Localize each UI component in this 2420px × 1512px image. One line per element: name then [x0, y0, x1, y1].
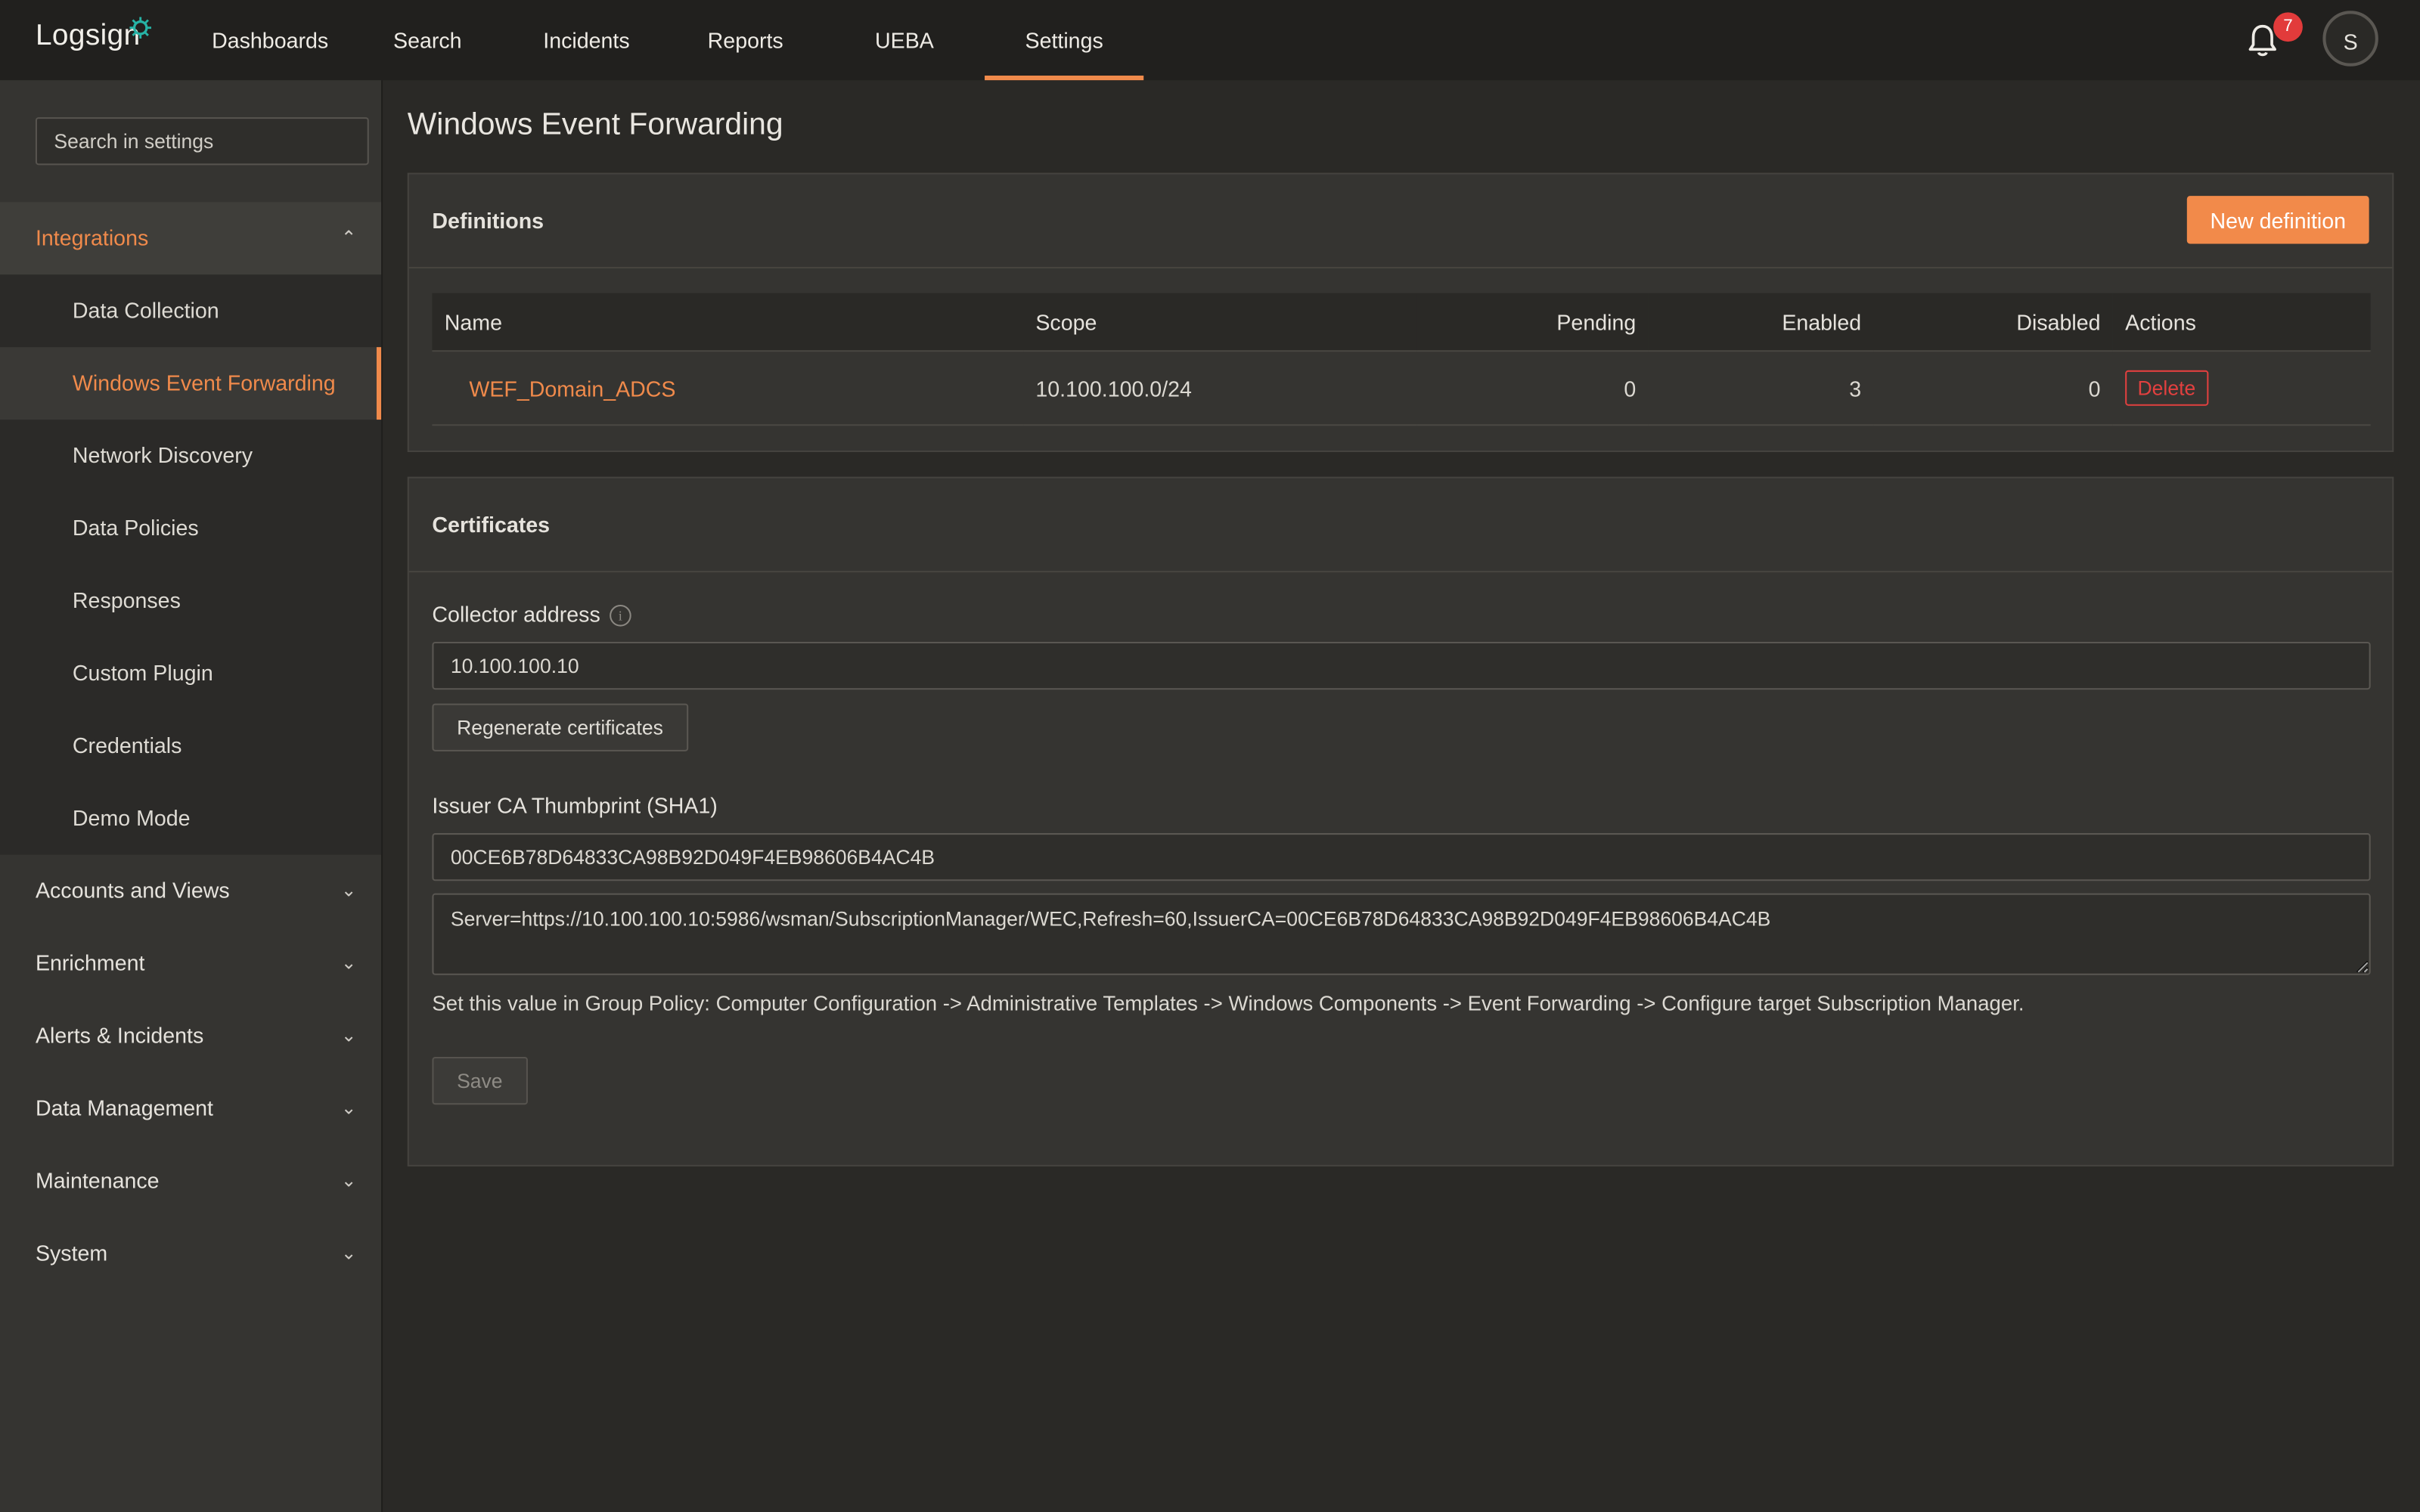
integrations-submenu: Data Collection Windows Event Forwarding…	[0, 274, 382, 855]
collector-address-label-text: Collector address	[432, 601, 600, 627]
sidebar-section-accounts-and-views[interactable]: Accounts and Views ⌄	[0, 855, 381, 928]
sidebar-item-windows-event-forwarding[interactable]: Windows Event Forwarding	[0, 347, 382, 420]
sidebar-section-label: Data Management	[35, 1095, 214, 1120]
sidebar-section-label: Enrichment	[35, 950, 145, 975]
nav-incidents[interactable]: Incidents	[519, 0, 655, 80]
nav-settings[interactable]: Settings	[985, 0, 1144, 81]
definitions-panel-header: Definitions New definition	[408, 175, 2393, 269]
sidebar-item-custom-plugin[interactable]: Custom Plugin	[0, 637, 381, 710]
certificates-title: Certificates	[432, 512, 551, 538]
sidebar-section-enrichment[interactable]: Enrichment ⌄	[0, 928, 381, 1000]
sidebar-section-alerts-incidents[interactable]: Alerts & Incidents ⌄	[0, 999, 381, 1072]
certificates-panel: Certificates Collector address i Regenera…	[407, 476, 2394, 1167]
subscription-manager-textarea[interactable]: Server=https://10.100.100.10:5986/wsman/…	[432, 893, 2371, 975]
thumbprint-field[interactable]	[432, 833, 2371, 881]
collector-address-input[interactable]	[432, 641, 2371, 690]
table-header-row: Name Scope Pending Enabled Disabled Acti…	[432, 293, 2371, 352]
definitions-table: Name Scope Pending Enabled Disabled Acti…	[432, 293, 2371, 426]
column-header-name[interactable]: Name	[432, 293, 1024, 352]
sidebar-item-credentials[interactable]: Credentials	[0, 710, 381, 782]
definition-scope: 10.100.100.0/24	[1023, 351, 1417, 426]
chevron-down-icon: ⌄	[340, 879, 357, 901]
definition-name-link[interactable]: WEF_Domain_ADCS	[445, 376, 675, 401]
info-icon[interactable]: i	[609, 605, 631, 627]
save-button[interactable]: Save	[432, 1056, 528, 1105]
certificates-panel-header: Certificates	[408, 479, 2393, 573]
definitions-panel: Definitions New definition Name Scope Pe…	[407, 172, 2394, 452]
notification-count-badge: 7	[2273, 12, 2303, 42]
sidebar-section-label: System	[35, 1240, 108, 1266]
group-policy-hint: Set this value in Group Policy: Computer…	[432, 992, 2024, 1015]
sidebar-section-maintenance[interactable]: Maintenance ⌄	[0, 1145, 381, 1217]
sidebar-section-integrations[interactable]: Integrations ⌃	[0, 202, 382, 275]
chevron-down-icon: ⌄	[340, 1097, 357, 1119]
sidebar-item-responses[interactable]: Responses	[0, 565, 381, 637]
sidebar-section-system[interactable]: System ⌄	[0, 1217, 381, 1290]
settings-search-box	[35, 117, 369, 166]
nav-reports[interactable]: Reports	[685, 0, 805, 80]
definitions-title: Definitions	[432, 208, 544, 234]
page-title: Windows Event Forwarding	[407, 107, 783, 142]
chevron-down-icon: ⌄	[340, 952, 357, 974]
sidebar-item-data-collection[interactable]: Data Collection	[0, 274, 381, 347]
new-definition-button[interactable]: New definition	[2186, 196, 2369, 244]
definition-pending-count: 0	[1416, 351, 1649, 426]
delete-definition-button[interactable]: Delete	[2125, 370, 2208, 406]
chevron-down-icon: ⌄	[340, 1241, 357, 1264]
column-header-scope[interactable]: Scope	[1023, 293, 1417, 352]
sidebar-section-label: Alerts & Incidents	[35, 1023, 204, 1048]
nav-ueba[interactable]: UEBA	[852, 0, 957, 80]
nav-search[interactable]: Search	[371, 0, 485, 80]
settings-search-input[interactable]	[36, 119, 368, 164]
table-row: WEF_Domain_ADCS 10.100.100.0/24 0 3 0 De…	[432, 351, 2371, 426]
column-header-disabled[interactable]: Disabled	[1873, 293, 2113, 352]
column-header-pending[interactable]: Pending	[1416, 293, 1649, 352]
user-avatar[interactable]: S	[2322, 11, 2378, 67]
settings-sidebar: Integrations ⌃ Data Collection Windows E…	[0, 80, 383, 1512]
thumbprint-label: Issuer CA Thumbprint (SHA1)	[432, 792, 718, 818]
collector-address-label: Collector address i	[432, 602, 631, 627]
column-header-enabled[interactable]: Enabled	[1648, 293, 1874, 352]
sidebar-item-data-policies[interactable]: Data Policies	[0, 492, 381, 565]
chevron-up-icon: ⌃	[340, 226, 357, 249]
sidebar-item-network-discovery[interactable]: Network Discovery	[0, 420, 381, 492]
sidebar-section-label: Accounts and Views	[35, 878, 230, 903]
top-navigation-bar: Logsign Dashboards Search Incidents Repo…	[0, 0, 2420, 81]
logo-mark-icon	[129, 17, 151, 39]
sidebar-section-label: Maintenance	[35, 1167, 160, 1193]
chevron-down-icon: ⌄	[340, 1024, 357, 1046]
logo[interactable]: Logsign	[36, 20, 141, 54]
sidebar-section-label: Integrations	[35, 225, 149, 250]
nav-dashboards[interactable]: Dashboards	[191, 0, 349, 80]
definition-enabled-count: 3	[1648, 351, 1874, 426]
column-header-actions: Actions	[2112, 293, 2371, 352]
regenerate-certificates-button[interactable]: Regenerate certificates	[432, 703, 688, 751]
sidebar-item-demo-mode[interactable]: Demo Mode	[0, 782, 381, 855]
chevron-down-icon: ⌄	[340, 1169, 357, 1191]
definition-disabled-count: 0	[1873, 351, 2113, 426]
sidebar-section-data-management[interactable]: Data Management ⌄	[0, 1072, 381, 1145]
